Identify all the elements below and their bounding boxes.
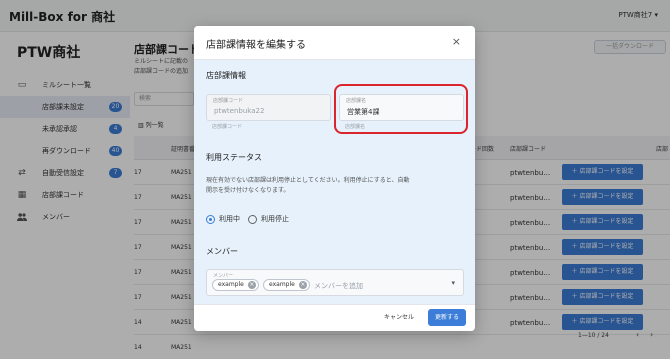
field-label: メンバー: [213, 273, 234, 279]
remove-chip-icon[interactable]: ×: [247, 281, 256, 289]
highlight-annotation: [334, 84, 468, 134]
dept-code-field: 店部課コード ptwtenbuka22: [206, 94, 331, 121]
notice-line: 開示を受け付けなくなります。: [206, 187, 290, 194]
section-title-info: 店部課情報: [206, 71, 246, 80]
radio-active[interactable]: [206, 214, 215, 224]
chip-label: example: [269, 281, 295, 288]
radio-inactive[interactable]: [248, 214, 257, 224]
members-placeholder[interactable]: メンバーを追加: [314, 281, 363, 291]
section-title-status: 利用ステータス: [206, 153, 262, 162]
chip-label: example: [218, 281, 244, 288]
member-chip: example ×: [263, 279, 310, 291]
member-chip: example ×: [212, 279, 259, 291]
section-title-members: メンバー: [206, 247, 238, 256]
status-notice: 現在有効でない店部課は利用停止としてください。利用停止にすると、自動 開示を受け…: [206, 176, 464, 196]
dialog-header: 店部課情報を編集する ×: [194, 26, 475, 60]
members-select[interactable]: メンバー example × example × メンバーを追加 ▾: [206, 269, 464, 296]
dialog-title: 店部課情報を編集する: [206, 40, 306, 51]
dialog-footer: キャンセル 更新する: [194, 304, 475, 331]
update-button[interactable]: 更新する: [428, 309, 466, 326]
caret-down-icon[interactable]: ▾: [451, 279, 455, 287]
edit-dept-dialog: 店部課情報を編集する × 店部課情報 店部課コード ptwtenbuka22 店…: [194, 26, 475, 331]
notice-line: 現在有効でない店部課は利用停止としてください。利用停止にすると、自動: [206, 177, 410, 184]
status-radio-group: 利用中 利用停止: [206, 213, 297, 225]
field-helper: 店部課コード: [212, 124, 243, 130]
remove-chip-icon[interactable]: ×: [298, 281, 307, 289]
field-value: ptwtenbuka22: [214, 107, 265, 115]
close-icon[interactable]: ×: [452, 35, 461, 48]
cancel-button[interactable]: キャンセル: [384, 312, 414, 321]
radio-label: 利用停止: [261, 215, 289, 223]
field-label: 店部課コード: [213, 98, 244, 104]
radio-label: 利用中: [219, 215, 240, 223]
